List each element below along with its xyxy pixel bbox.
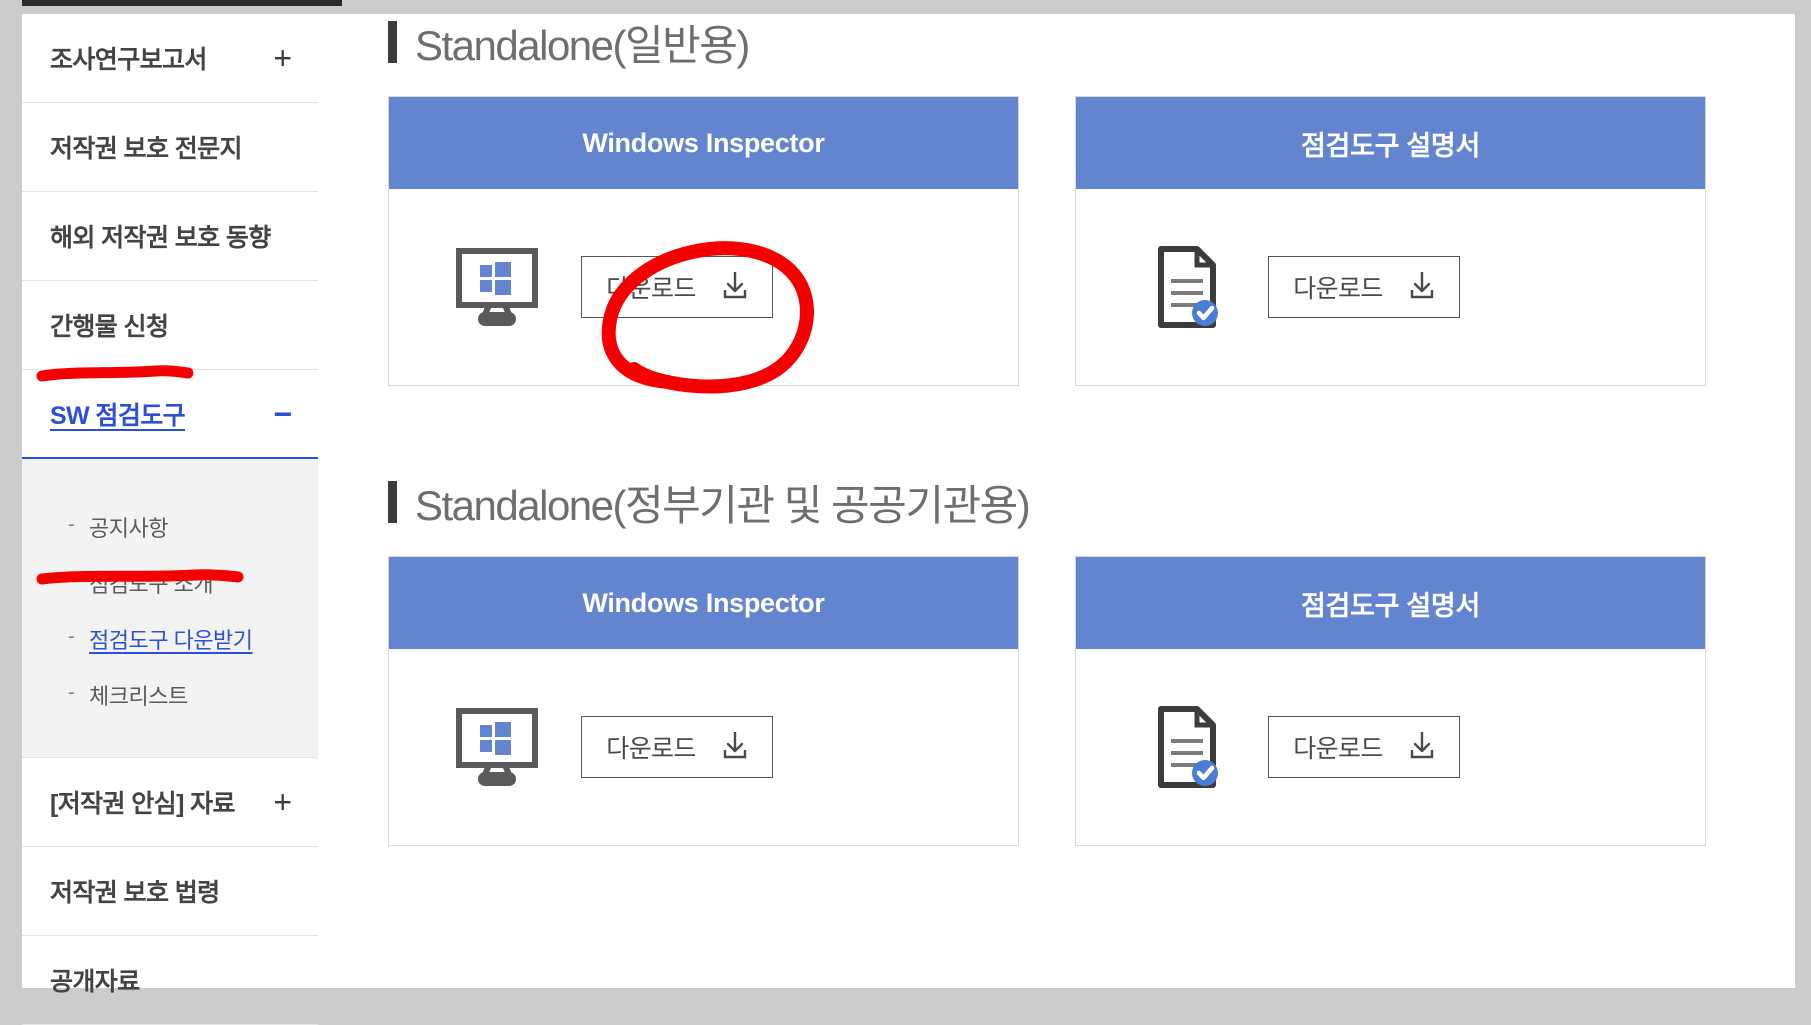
sidebar-item-label: 공개자료 — [50, 968, 140, 996]
card-body: 다운로드 — [1076, 189, 1705, 385]
card-row: Windows Inspector 다운로드 점검도구 설명서 다운로드 — [318, 96, 1795, 386]
download-arrow-icon — [723, 731, 746, 758]
sidebar-submenu-item-3[interactable]: - 체크리스트 — [22, 667, 318, 723]
sidebar-submenu-item-2[interactable]: - 점검도구 다운받기 — [22, 611, 318, 667]
download-card: 점검도구 설명서 다운로드 — [1075, 556, 1706, 846]
sidebar-submenu-item-0[interactable]: - 공지사항 — [22, 499, 318, 555]
sidebar-item-7[interactable]: 공개자료 — [22, 936, 318, 1025]
page-panel: 조사연구보고서 + 저작권 보호 전문지해외 저작권 보호 동향간행물 신청 SW 점… — [22, 14, 1795, 1025]
windows-monitor-icon — [456, 708, 538, 786]
expand-plus-icon[interactable]: + — [273, 42, 292, 74]
windows-monitor-icon — [456, 248, 538, 326]
expand-plus-icon[interactable]: + — [273, 786, 292, 818]
main-content: Standalone(일반용) Windows Inspector 다운로드 점… — [318, 14, 1795, 988]
card-body: 다운로드 — [389, 189, 1018, 385]
section-title-text: Standalone(정부기관 및 공공기관용) — [415, 481, 1031, 529]
download-card: 점검도구 설명서 다운로드 — [1075, 96, 1706, 386]
sidebar-item-label: 간행물 신청 — [50, 313, 169, 341]
download-button[interactable]: 다운로드 — [1268, 716, 1460, 778]
sidebar-item-label: [저작권 안심] 자료 — [50, 790, 236, 818]
sidebar-item-0[interactable]: 조사연구보고서 + — [22, 14, 318, 103]
sidebar-submenu-label: 체크리스트 — [89, 684, 188, 709]
card-title: Windows Inspector — [582, 127, 825, 158]
section-title-text: Standalone(일반용) — [415, 21, 750, 69]
section-title: Standalone(일반용) — [318, 14, 1795, 70]
content-section-0: Standalone(일반용) Windows Inspector 다운로드 점… — [318, 14, 1795, 386]
card-title: Windows Inspector — [582, 587, 825, 618]
section-title: Standalone(정부기관 및 공공기관용) — [318, 474, 1795, 530]
sidebar-item-6[interactable]: 저작권 보호 법령 — [22, 847, 318, 936]
screenshot-root: 조사연구보고서 + 저작권 보호 전문지해외 저작권 보호 동향간행물 신청 SW 점… — [0, 0, 1811, 1025]
sidebar-item-label: 조사연구보고서 — [50, 46, 207, 74]
download-card: Windows Inspector 다운로드 — [388, 96, 1019, 386]
download-arrow-icon — [1409, 270, 1435, 305]
card-header: 점검도구 설명서 — [1076, 557, 1705, 649]
windows-monitor-icon — [451, 247, 543, 327]
sidebar-item-5[interactable]: [저작권 안심] 자료 + — [22, 758, 318, 847]
bullet-dash-icon: - — [68, 624, 75, 648]
download-arrow-icon — [1410, 271, 1433, 298]
card-body: 다운로드 — [389, 649, 1018, 845]
bullet-dash-icon: - — [68, 512, 75, 536]
sidebar-item-4[interactable]: SW 점검도구 − — [22, 370, 318, 459]
download-arrow-icon — [723, 271, 746, 298]
content-section-1: Standalone(정부기관 및 공공기관용) Windows Inspect… — [318, 474, 1795, 846]
card-body: 다운로드 — [1076, 649, 1705, 845]
download-arrow-icon — [1409, 730, 1435, 765]
bullet-dash-icon: - — [68, 568, 75, 592]
sidebar-submenu-label: 점검도구 소개 — [89, 572, 214, 597]
card-title: 점검도구 설명서 — [1301, 130, 1480, 161]
document-check-icon — [1158, 246, 1218, 328]
card-header: 점검도구 설명서 — [1076, 97, 1705, 189]
sidebar-item-label: SW 점검도구 — [50, 401, 186, 430]
section-accent-bar — [388, 481, 397, 523]
sidebar-item-1[interactable]: 저작권 보호 전문지 — [22, 103, 318, 192]
download-button[interactable]: 다운로드 — [1268, 256, 1460, 318]
download-arrow-icon — [1410, 731, 1433, 758]
windows-monitor-icon — [451, 707, 543, 787]
document-check-icon — [1158, 706, 1218, 788]
download-button[interactable]: 다운로드 — [581, 256, 773, 318]
card-row: Windows Inspector 다운로드 점검도구 설명서 다운로드 — [318, 556, 1795, 846]
sidebar-item-label: 저작권 보호 법령 — [50, 879, 220, 907]
card-title: 점검도구 설명서 — [1301, 590, 1480, 621]
sidebar-submenu-item-1[interactable]: - 점검도구 소개 — [22, 555, 318, 611]
card-header: Windows Inspector — [389, 557, 1018, 649]
top-dark-bar — [22, 0, 342, 6]
sidebar-item-3[interactable]: 간행물 신청 — [22, 281, 318, 370]
card-header: Windows Inspector — [389, 97, 1018, 189]
sidebar-submenu-label: 점검도구 다운받기 — [89, 628, 253, 653]
download-button-label: 다운로드 — [606, 275, 696, 303]
sidebar-item-2[interactable]: 해외 저작권 보호 동향 — [22, 192, 318, 281]
document-check-icon — [1138, 245, 1230, 329]
download-button-label: 다운로드 — [606, 735, 696, 763]
download-card: Windows Inspector 다운로드 — [388, 556, 1019, 846]
download-button-label: 다운로드 — [1293, 735, 1383, 763]
bullet-dash-icon: - — [68, 680, 75, 704]
download-button[interactable]: 다운로드 — [581, 716, 773, 778]
section-accent-bar — [388, 21, 397, 63]
download-arrow-icon — [722, 270, 748, 305]
sidebar-item-label: 해외 저작권 보호 동향 — [50, 224, 271, 252]
download-button-label: 다운로드 — [1293, 275, 1383, 303]
document-check-icon — [1138, 705, 1230, 789]
sidebar-item-label: 저작권 보호 전문지 — [50, 135, 243, 163]
sidebar-submenu-label: 공지사항 — [89, 516, 168, 541]
sidebar-submenu: - 공지사항 - 점검도구 소개 - 점검도구 다운받기 - 체크리스트 — [22, 459, 318, 758]
collapse-minus-icon[interactable]: − — [273, 398, 292, 430]
sidebar-nav: 조사연구보고서 + 저작권 보호 전문지해외 저작권 보호 동향간행물 신청 SW 점… — [22, 14, 318, 1025]
download-arrow-icon — [722, 730, 748, 765]
